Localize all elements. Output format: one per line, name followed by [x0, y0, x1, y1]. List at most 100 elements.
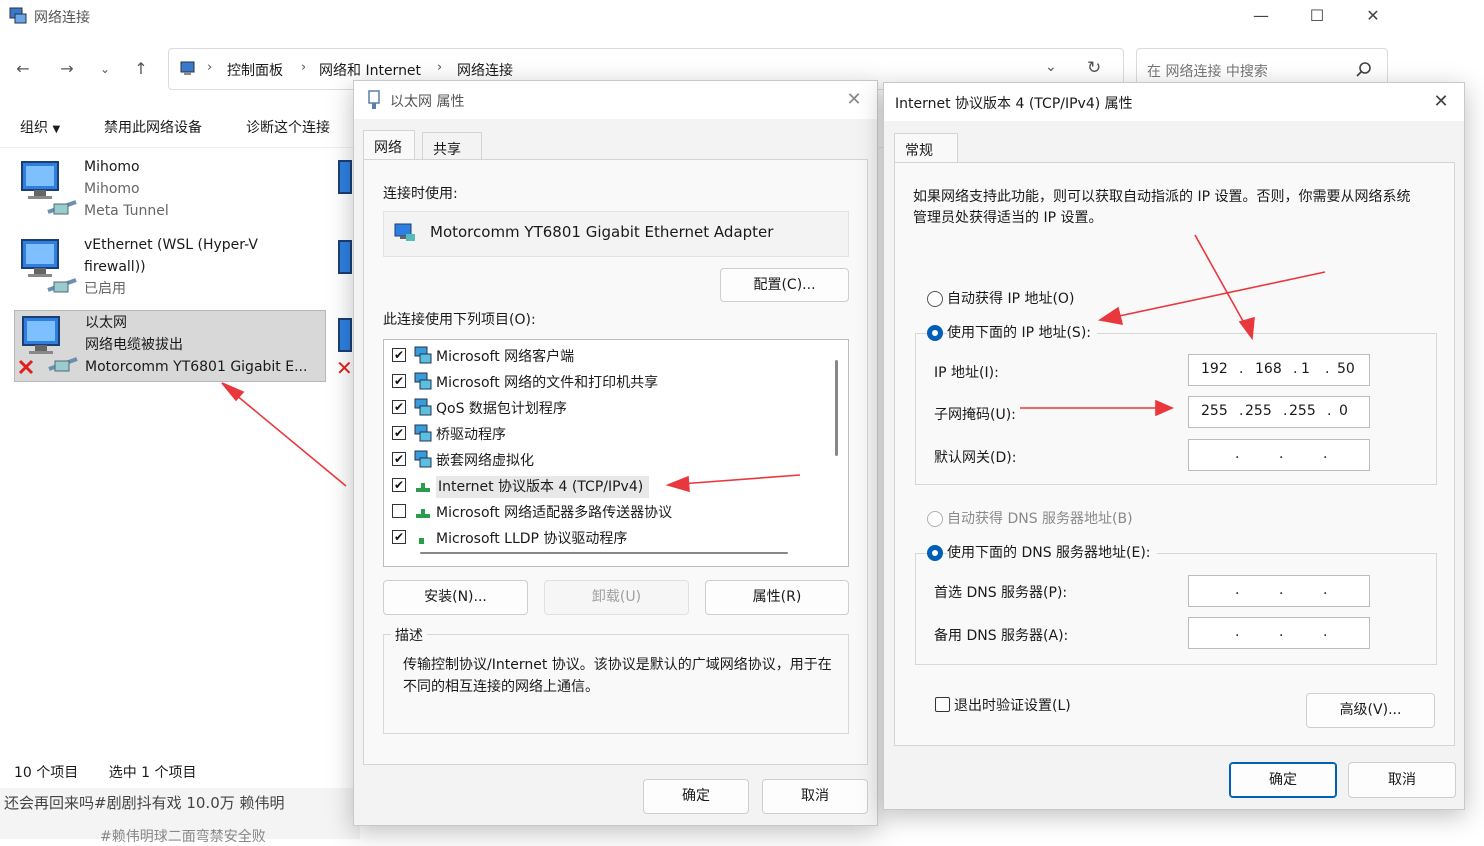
auto-dns-label: 自动获得 DNS 服务器地址(B) — [947, 511, 1133, 527]
breadcrumb-control-panel[interactable]: 控制面板 — [227, 60, 283, 80]
address-history-chevron-icon[interactable]: ⌄ — [1045, 59, 1057, 75]
item-checkbox[interactable]: ✔ — [392, 348, 406, 362]
background-caption-2: #赖伟明球二面弯禁安全败 — [100, 829, 266, 845]
item-checkbox[interactable]: ✔ — [392, 400, 406, 414]
uninstall-button[interactable]: 卸载(U) — [544, 580, 689, 615]
cancel-button[interactable]: 取消 — [1348, 762, 1456, 798]
item-label: QoS 数据包计划程序 — [436, 401, 567, 417]
list-item-selected[interactable]: ✔ Internet 协议版本 4 (TCP/IPv4) — [392, 474, 832, 498]
control-panel-icon — [180, 61, 195, 75]
vertical-scrollbar[interactable] — [835, 360, 838, 456]
network-adapter-icon — [338, 160, 352, 194]
general-tab-panel: 如果网络支持此功能，则可以获取自动指派的 IP 设置。否则，你需要从网络系统管理… — [894, 162, 1455, 746]
item-name: vEthernet (WSL (Hyper-V — [84, 237, 258, 253]
back-arrow-icon[interactable]: ← — [12, 58, 34, 80]
auto-ip-label: 自动获得 IP 地址(O) — [947, 291, 1075, 307]
horizontal-scrollbar[interactable] — [420, 552, 788, 554]
dot: . — [1293, 361, 1298, 377]
dot: . — [1239, 403, 1244, 419]
subnet-mask-input[interactable]: 255 . 255 . 255 . 0 — [1188, 396, 1370, 428]
protocol-icon — [416, 509, 430, 518]
list-item[interactable]: ✔ Microsoft LLDP 协议驱动程序 — [392, 526, 832, 550]
item-checkbox[interactable]: ✔ — [392, 478, 406, 492]
breadcrumb-separator: › — [437, 60, 443, 75]
network-tab-panel: 连接时使用: Motorcomm YT6801 Gigabit Ethernet… — [363, 159, 868, 765]
validate-checkbox[interactable] — [935, 697, 950, 712]
alternate-dns-input[interactable]: . . . — [1188, 617, 1370, 649]
tab-sharing[interactable]: 共享 — [422, 132, 482, 162]
up-arrow-icon[interactable]: ↑ — [130, 58, 152, 80]
ip-octet: 168 — [1255, 361, 1282, 377]
minimize-button[interactable]: — — [1238, 4, 1284, 28]
ok-button[interactable]: 确定 — [1229, 762, 1337, 798]
breadcrumb-network-connections[interactable]: 网络连接 — [457, 60, 513, 80]
advanced-button[interactable]: 高级(V)... — [1306, 693, 1435, 728]
items-label: 此连接使用下列项目(O): — [383, 312, 536, 328]
item-label: 桥驱动程序 — [436, 427, 506, 443]
forward-arrow-icon[interactable]: → — [56, 58, 78, 80]
list-item[interactable]: ✔ 桥驱动程序 — [392, 422, 832, 446]
manual-dns-label: 使用下面的 DNS 服务器地址(E): — [947, 542, 1157, 562]
subnet-mask-label: 子网掩码(U): — [934, 407, 1016, 423]
ip-address-label: IP 地址(I): — [934, 365, 999, 381]
ok-button[interactable]: 确定 — [643, 779, 749, 814]
dot: . — [1323, 446, 1328, 462]
recent-chevron-down-icon[interactable]: ⌄ — [94, 58, 116, 80]
list-item[interactable]: ✔ Microsoft 网络的文件和打印机共享 — [392, 370, 832, 394]
close-icon[interactable]: ✕ — [1430, 91, 1452, 112]
dot: . — [1279, 624, 1284, 640]
maximize-button[interactable]: ☐ — [1294, 4, 1340, 28]
network-item-mihomo[interactable]: Mihomo Mihomo Meta Tunnel — [14, 154, 326, 226]
item-checkbox[interactable]: ✔ — [392, 426, 406, 440]
preferred-dns-label: 首选 DNS 服务器(P): — [934, 585, 1068, 601]
manual-dns-radio[interactable] — [927, 545, 943, 561]
components-list: ✔ Microsoft 网络客户端 ✔ Microsoft 网络的文件和打印机共… — [383, 339, 849, 567]
ip-address-input[interactable]: 192 . 168 . 1 . 50 — [1188, 354, 1370, 386]
network-item-vethernet[interactable]: vEthernet (WSL (Hyper-V firewall)) 已启用 — [14, 232, 326, 304]
close-icon[interactable]: ✕ — [843, 89, 865, 110]
dot: . — [1235, 582, 1240, 598]
gateway-input[interactable]: . . . — [1188, 439, 1370, 471]
item-checkbox[interactable]: ✔ — [392, 374, 406, 388]
list-item[interactable]: ✔ QoS 数据包计划程序 — [392, 396, 832, 420]
properties-button[interactable]: 属性(R) — [705, 580, 849, 615]
item-checkbox[interactable]: ✔ — [392, 530, 406, 544]
tab-network[interactable]: 网络 — [363, 130, 415, 160]
breadcrumb-separator: › — [301, 60, 307, 75]
dialog-title: Internet 协议版本 4 (TCP/IPv4) 属性 — [895, 96, 1133, 112]
description-text: 传输控制协议/Internet 协议。该协议是默认的广域网络协议，用于在不同的相… — [403, 657, 832, 695]
preferred-dns-input[interactable]: . . . — [1188, 575, 1370, 607]
list-item[interactable]: ✔ 嵌套网络虚拟化 — [392, 448, 832, 472]
item-device: Meta Tunnel — [84, 203, 169, 219]
ipv4-properties-dialog: Internet 协议版本 4 (TCP/IPv4) 属性 ✕ 常规 如果网络支… — [883, 82, 1465, 810]
dot: . — [1327, 403, 1332, 419]
network-item-ethernet[interactable]: 以太网 网络电缆被拔出 Motorcomm YT6801 Gigabit E..… — [14, 310, 326, 382]
breadcrumb-network-internet[interactable]: 网络和 Internet — [319, 60, 421, 80]
tab-general[interactable]: 常规 — [894, 133, 958, 163]
configure-button[interactable]: 配置(C)... — [720, 268, 849, 302]
network-connections-icon — [9, 7, 27, 24]
close-button[interactable]: ✕ — [1350, 4, 1396, 28]
search-icon[interactable] — [1355, 61, 1373, 79]
list-item[interactable]: ✔ Microsoft 网络客户端 — [392, 344, 832, 368]
organize-menu[interactable]: 组织 ▼ — [20, 117, 60, 137]
install-button[interactable]: 安装(N)... — [383, 580, 528, 615]
item-checkbox-unchecked[interactable] — [392, 504, 406, 518]
manual-ip-radio[interactable] — [927, 325, 943, 341]
dot: . — [1323, 582, 1328, 598]
dialog-title-bar: Internet 协议版本 4 (TCP/IPv4) 属性 ✕ — [884, 83, 1464, 121]
diagnose-button[interactable]: 诊断这个连接 — [246, 117, 330, 137]
item-label: 嵌套网络虚拟化 — [436, 453, 534, 469]
status-bar: 10 个项目 选中 1 个项目 — [14, 762, 197, 782]
refresh-icon[interactable]: ↻ — [1087, 58, 1101, 78]
cancel-button[interactable]: 取消 — [762, 779, 868, 814]
item-label: Microsoft 网络的文件和打印机共享 — [436, 375, 659, 391]
auto-dns-radio[interactable] — [927, 511, 943, 527]
search-placeholder: 在 网络连接 中搜索 — [1147, 64, 1268, 80]
disable-device-button[interactable]: 禁用此网络设备 — [104, 117, 202, 137]
list-item[interactable]: Microsoft 网络适配器多路传送器协议 — [392, 500, 832, 524]
item-checkbox[interactable]: ✔ — [392, 452, 406, 466]
network-adapter-icon — [338, 318, 352, 352]
auto-ip-radio[interactable] — [927, 291, 943, 307]
dot: . — [1283, 403, 1288, 419]
